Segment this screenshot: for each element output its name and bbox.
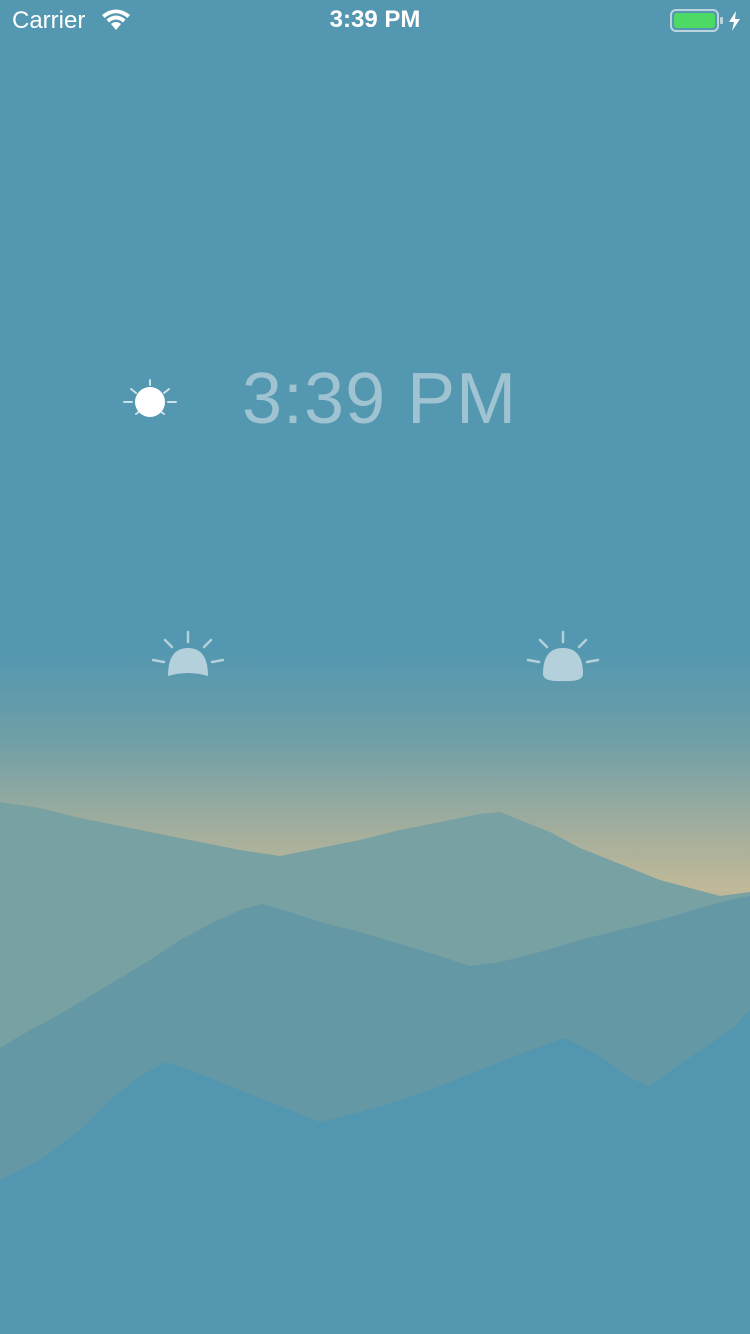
sunset-icon (526, 630, 600, 682)
battery-charging-icon (670, 9, 740, 32)
sunrise-icon (151, 630, 225, 676)
sun-icon (123, 379, 177, 417)
current-time: 3:39 PM (242, 359, 518, 439)
status-time: 3:39 PM (329, 6, 421, 33)
status-bar: Carrier 3:39 PM (0, 0, 750, 40)
mountain-landscape (0, 802, 750, 1334)
